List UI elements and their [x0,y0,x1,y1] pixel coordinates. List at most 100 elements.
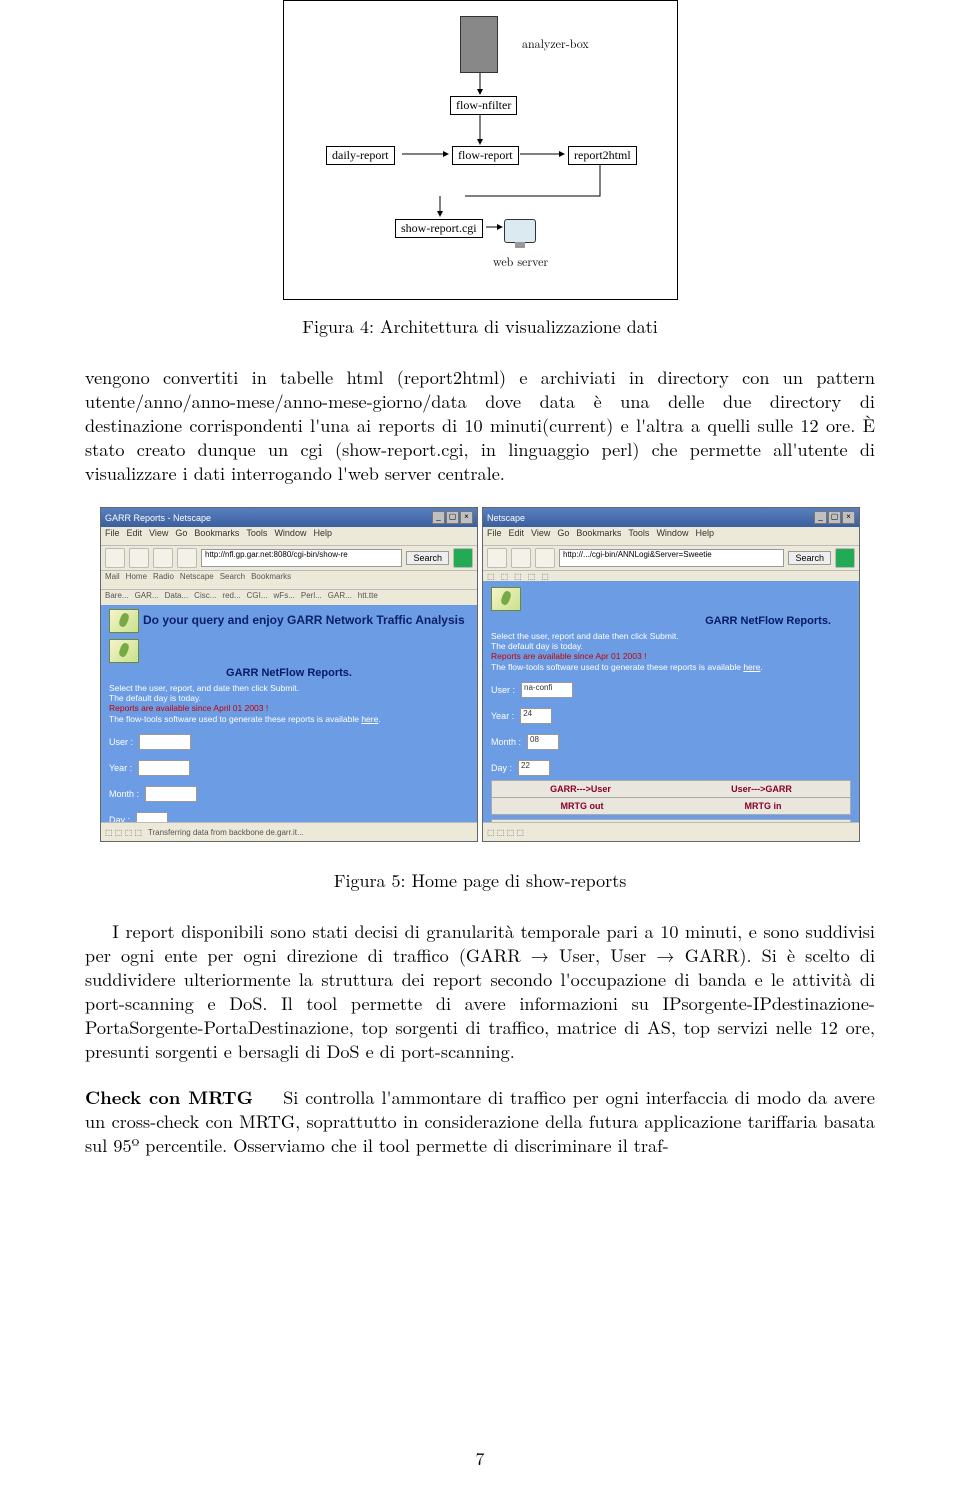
forward-button[interactable] [129,548,149,568]
paragraph-2: I report disponibili sono stati decisi d… [85,919,875,1063]
instr1: Select the user, report, and date then c… [109,683,469,693]
month-input[interactable] [145,786,197,802]
nav-toolbar-right: http://.../cgi-bin/ANNLogi&Server=Sweeti… [483,546,859,571]
search-button-left[interactable]: Search [406,551,449,565]
mrtg-box: MRTG out MRTG in [491,797,851,815]
screenshot-left: GARR Reports - Netscape _▢× File Edit Vi… [100,507,478,842]
menubar-left[interactable]: File Edit View Go Bookmarks Tools Window… [101,527,477,546]
label-year: Year : [109,763,132,773]
figure-5-caption: Figura 5: Home page di show-reports [85,868,875,893]
content-left: Do your query and enjoy GARR Network Tra… [101,605,477,841]
paragraph-1: vengono convertiti in tabelle html (repo… [85,365,875,485]
user-to-garr[interactable]: User--->GARR [731,784,792,794]
italy-map-icon [109,609,139,633]
figure-5-container: GARR Reports - Netscape _▢× File Edit Vi… [85,507,875,842]
stop-button[interactable] [177,548,197,568]
instructions-left: Select the user, report, and date then c… [109,683,469,724]
netscape-icon[interactable] [453,548,473,568]
menu-tools[interactable]: Tools [628,528,649,544]
status-text-left: Transferring data from backbone de.garr.… [148,828,304,837]
user-input[interactable] [139,734,191,750]
window-title-right: Netscape [487,513,525,523]
window-controls-left[interactable]: _▢× [431,511,473,524]
menu-help[interactable]: Help [313,528,332,544]
user-input-r[interactable]: na-confi [521,682,573,698]
window-title-left: GARR Reports - Netscape [105,513,211,523]
reload-button[interactable] [535,548,555,568]
instr1r: Select the user, report and date then cl… [491,631,851,641]
menu-go[interactable]: Go [557,528,569,544]
direction-box: GARR--->User User--->GARR [491,780,851,798]
paragraph-3-head: Check con MRTG [85,1084,253,1110]
instr4ar: The flow-tools software used to generate… [491,662,743,672]
instr3r: Reports are available since Apr 01 2003 … [491,651,851,661]
italy-map-icon [491,587,521,611]
mrtg-in[interactable]: MRTG in [745,801,782,811]
label-month: Month : [109,789,139,799]
year-input-r[interactable]: 24 [520,708,552,724]
menu-view[interactable]: View [531,528,550,544]
instr2r: The default day is today. [491,641,851,651]
menu-file[interactable]: File [105,528,120,544]
label-day-r: Day : [491,763,512,773]
menu-window[interactable]: Window [656,528,688,544]
figure-4-box: analyzer-box flow-nfilter daily-report f… [283,0,678,300]
url-field-right[interactable]: http://.../cgi-bin/ANNLogi&Server=Sweeti… [559,549,784,567]
back-button[interactable] [105,548,125,568]
italy-map-icon [109,639,139,663]
figure-4-arrows [290,1,670,286]
content-right: GARR NetFlow Reports. Select the user, r… [483,581,859,841]
instr4a: The flow-tools software used to generate… [109,714,361,724]
menu-go[interactable]: Go [175,528,187,544]
year-input[interactable] [138,760,190,776]
menu-bookmarks[interactable]: Bookmarks [194,528,239,544]
bm-mail[interactable]: Mail [105,572,120,588]
day-input-r[interactable]: 22 [518,760,550,776]
menu-help[interactable]: Help [695,528,714,544]
page-number: 7 [0,1446,960,1471]
here-link-r[interactable]: here [743,662,760,672]
menubar-right[interactable]: File Edit View Go Bookmarks Tools Window… [483,527,859,546]
nav-toolbar-left: http://nfl.gp.gar.net:8080/cgi-bin/show-… [101,546,477,571]
label-user: User : [109,737,133,747]
garr-to-user[interactable]: GARR--->User [550,784,611,794]
screenshot-right: Netscape _▢× File Edit View Go Bookmarks… [482,507,860,842]
titlebar-left: GARR Reports - Netscape _▢× [101,508,477,527]
figure-4-caption: Figura 4: Architettura di visualizzazion… [85,314,875,339]
here-link[interactable]: here [361,714,378,724]
statusbar-right: ⬚ ⬚ ⬚ ⬚ [483,822,859,841]
label-year-r: Year : [491,711,514,721]
bm-radio[interactable]: Radio [153,572,174,588]
menu-edit[interactable]: Edit [127,528,143,544]
bm-home[interactable]: Home [126,572,147,588]
menu-edit[interactable]: Edit [509,528,525,544]
netscape-icon[interactable] [835,548,855,568]
reload-button[interactable] [153,548,173,568]
menu-window[interactable]: Window [274,528,306,544]
label-user-r: User : [491,685,515,695]
headline-left: Do your query and enjoy GARR Network Tra… [143,613,465,627]
instructions-right: Select the user, report and date then cl… [491,631,851,672]
statusbar-left: ⬚ ⬚ ⬚ ⬚ Transferring data from backbone … [101,822,477,841]
menu-tools[interactable]: Tools [246,528,267,544]
bm-bookmarks[interactable]: Bookmarks [251,572,291,588]
paragraph-3: Check con MRTG Si controlla l'ammontare … [85,1085,875,1157]
label-month-r: Month : [491,737,521,747]
forward-button[interactable] [511,548,531,568]
url-field-left[interactable]: http://nfl.gp.gar.net:8080/cgi-bin/show-… [201,549,402,567]
month-input-r[interactable]: 08 [527,734,559,750]
bm-search[interactable]: Search [220,572,245,588]
back-button[interactable] [487,548,507,568]
menu-file[interactable]: File [487,528,502,544]
menu-view[interactable]: View [149,528,168,544]
window-controls-right[interactable]: _▢× [813,511,855,524]
menu-bookmarks[interactable]: Bookmarks [576,528,621,544]
instr3: Reports are available since April 01 200… [109,703,469,713]
personal-toolbar-left-1: Mail Home Radio Netscape Search Bookmark… [101,571,477,590]
bm-netscape[interactable]: Netscape [180,572,214,588]
panel-title-right: GARR NetFlow Reports. [491,615,851,627]
panel-title-left: GARR NetFlow Reports. [109,667,469,679]
titlebar-right: Netscape _▢× [483,508,859,527]
search-button-right[interactable]: Search [788,551,831,565]
mrtg-out[interactable]: MRTG out [561,801,604,811]
